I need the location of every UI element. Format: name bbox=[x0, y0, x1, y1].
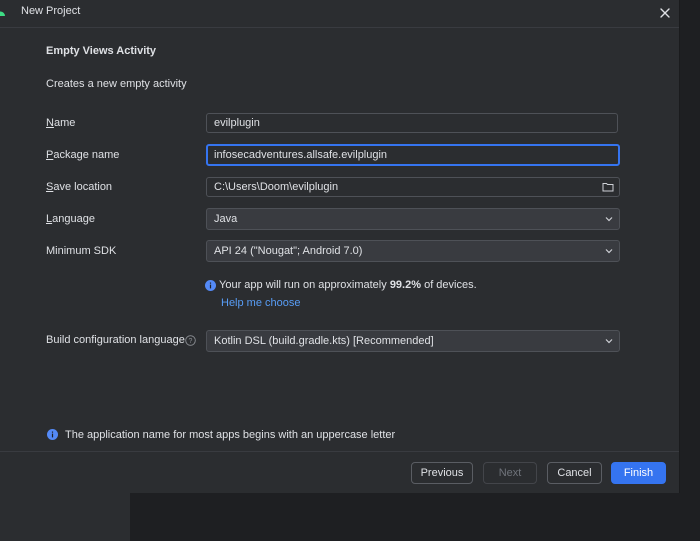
save-location-value: C:\Users\Doom\evilplugin bbox=[214, 181, 339, 193]
dialog-footer: Previous Next Cancel Finish bbox=[0, 451, 679, 493]
svg-text:?: ? bbox=[189, 338, 193, 345]
build-config-value: Kotlin DSL (build.gradle.kts) [Recommend… bbox=[214, 335, 434, 347]
help-me-choose-link[interactable]: Help me choose bbox=[221, 297, 301, 309]
language-label: Language bbox=[46, 213, 95, 225]
folder-icon[interactable] bbox=[602, 181, 614, 193]
sdk-coverage-text: Your app will run on approximately 99.2%… bbox=[219, 279, 477, 291]
package-name-label: Package name bbox=[46, 149, 119, 161]
min-sdk-select[interactable]: API 24 ("Nougat"; Android 7.0) bbox=[206, 240, 620, 262]
background-panel-right bbox=[130, 492, 700, 541]
chevron-down-icon bbox=[605, 217, 613, 222]
next-button[interactable]: Next bbox=[483, 462, 537, 484]
cancel-button[interactable]: Cancel bbox=[547, 462, 602, 484]
save-location-field[interactable]: C:\Users\Doom\evilplugin bbox=[206, 177, 620, 197]
package-name-field[interactable]: infosecadventures.allsafe.evilplugin bbox=[206, 144, 620, 166]
title-bar: New Project bbox=[0, 0, 679, 28]
chevron-down-icon bbox=[605, 339, 613, 344]
name-field[interactable]: evilplugin bbox=[206, 113, 618, 133]
window-title: New Project bbox=[21, 5, 81, 17]
chevron-down-icon bbox=[605, 249, 613, 254]
language-label-rest: anguage bbox=[52, 213, 95, 225]
min-sdk-value: API 24 ("Nougat"; Android 7.0) bbox=[214, 245, 363, 257]
sdk-info-prefix: Your app will run on approximately bbox=[219, 279, 390, 291]
min-sdk-label: Minimum SDK bbox=[46, 245, 117, 257]
build-config-label: Build configuration language bbox=[46, 334, 185, 346]
validation-warning: The application name for most apps begin… bbox=[65, 429, 396, 441]
name-label-rest: ame bbox=[53, 117, 76, 129]
language-value: Java bbox=[214, 213, 238, 225]
question-icon[interactable]: ? bbox=[185, 335, 196, 346]
close-icon[interactable] bbox=[657, 5, 673, 21]
template-heading: Empty Views Activity bbox=[46, 45, 157, 57]
template-description: Creates a new empty activity bbox=[46, 78, 187, 90]
new-project-dialog: New Project Empty Views Activity Creates… bbox=[0, 0, 679, 493]
finish-button[interactable]: Finish bbox=[611, 462, 666, 484]
name-label-mnemonic: N bbox=[46, 117, 54, 129]
previous-button[interactable]: Previous bbox=[411, 462, 473, 484]
package-label-rest: ackage name bbox=[53, 149, 120, 161]
info-icon bbox=[47, 429, 58, 440]
info-icon bbox=[205, 280, 216, 291]
name-label: Name bbox=[46, 117, 75, 129]
build-config-select[interactable]: Kotlin DSL (build.gradle.kts) [Recommend… bbox=[206, 330, 620, 352]
sdk-coverage-percent: 99.2% bbox=[389, 279, 422, 291]
background-panel-left bbox=[0, 492, 130, 541]
android-icon bbox=[0, 11, 5, 16]
dialog-content: Empty Views Activity Creates a new empty… bbox=[0, 28, 679, 458]
save-location-label-rest: ave location bbox=[53, 181, 113, 193]
language-select[interactable]: Java bbox=[206, 208, 620, 230]
save-location-label: Save location bbox=[46, 181, 112, 193]
sdk-info-suffix: of devices. bbox=[421, 279, 477, 291]
